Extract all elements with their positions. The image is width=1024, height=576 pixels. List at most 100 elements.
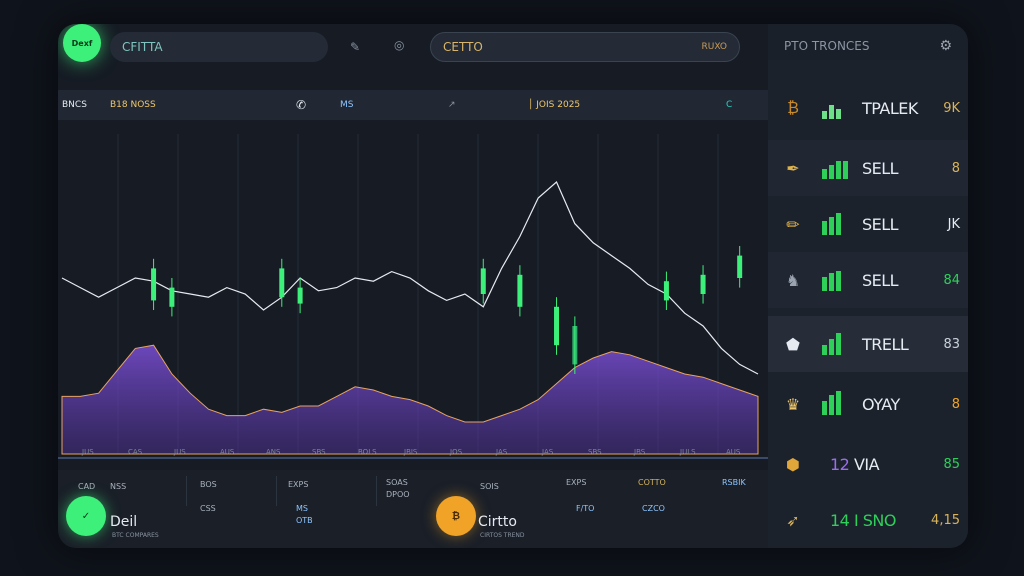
x-tick-label: JUS (82, 448, 94, 456)
row-prefix: 12 (830, 454, 850, 474)
bars-icon (822, 157, 856, 179)
panel-title: PTO TRONCES (784, 39, 870, 53)
col-header: SOAS (386, 478, 408, 487)
x-tick-label: AUS (726, 448, 741, 456)
coin-logo-orange[interactable]: ₿ (436, 496, 476, 536)
trade-panel: ₿ TPALEK 9K ✒ SELL 8 ✏ SELL JK ♞ SELL 84… (768, 60, 968, 548)
bars-icon (822, 213, 856, 235)
col-header: COTTO (638, 478, 666, 487)
col-sub: CSS (200, 504, 216, 513)
price-line (61, 181, 759, 375)
coin-subtitle: BTC COMPARES (112, 532, 159, 539)
row-value: 4,15 (931, 512, 960, 528)
x-tick-label: JULS (680, 448, 696, 456)
coin-search-value: CETTO (443, 40, 483, 54)
ticker-item[interactable]: C (726, 100, 732, 110)
col-sub: OTB (296, 516, 313, 525)
coin-search-tag: RUXO (701, 42, 727, 52)
coin-search-input[interactable]: CETTO RUXO (430, 32, 740, 62)
candles-group (151, 246, 743, 374)
col-header: RSBIK (722, 478, 746, 487)
volume-area (61, 344, 759, 455)
crown-icon: ♛ (785, 394, 801, 414)
row-label: TPALEK (862, 98, 918, 118)
row-label: TRELL (862, 334, 909, 354)
row-label: SELL (862, 270, 899, 290)
settings-icon[interactable]: ⚙ (939, 38, 952, 54)
x-tick-label: SBS (588, 448, 602, 456)
x-tick-label: ANS (266, 448, 281, 456)
col-header: BOS (200, 480, 217, 489)
ticker-strip: BNCS B18 NOSS ✆ MS ↗ │ JOIS 2025 C (58, 90, 768, 120)
coin-name[interactable]: Cirtto (478, 514, 517, 530)
figure-icon: ♞ (785, 270, 801, 290)
panel-row[interactable]: ⬢ 12 VIA 85 (768, 436, 968, 492)
panel-row[interactable]: ♞ SELL 84 (768, 252, 968, 308)
col-header: CAD (78, 482, 96, 491)
arrow-icon[interactable]: ↗ (448, 100, 456, 110)
divider (376, 476, 377, 506)
panel-row[interactable]: ⬟ TRELL 83 (768, 316, 968, 372)
panel-row[interactable]: ♛ OYAY 8 (768, 376, 968, 432)
divider (186, 476, 187, 506)
bars-icon (822, 269, 856, 291)
logo-text: Dexf (71, 38, 93, 48)
pen-icon[interactable]: ✎ (350, 40, 360, 54)
col-sub: MS (296, 504, 308, 513)
row-label: OYAY (862, 394, 900, 414)
panel-row[interactable]: ₿ TPALEK 9K (768, 80, 968, 136)
hexagon-icon: ⬢ (786, 454, 800, 474)
col-sub: DPOO (386, 490, 410, 499)
eye-icon[interactable]: ◎ (394, 38, 404, 52)
ticker-item[interactable]: MS (340, 100, 353, 110)
row-value: 83 (943, 336, 960, 352)
row-label: SELL (862, 158, 899, 178)
price-chart[interactable] (58, 134, 768, 459)
bars-icon (822, 391, 856, 415)
x-tick-label: JBIS (404, 448, 418, 456)
ticker-label: BNCS (62, 100, 87, 110)
x-tick-label: SBS (312, 448, 326, 456)
shield-icon: ⬟ (786, 334, 800, 354)
app-logo[interactable]: Dexf (63, 24, 101, 62)
row-value: 8 (951, 396, 960, 412)
ticker-item-text: JOIS 2025 (536, 100, 581, 110)
panel-row[interactable]: ➶ 14 I SNO 4,15 (768, 492, 968, 548)
x-tick-label: JOS (450, 448, 463, 456)
bars-icon (822, 333, 856, 355)
col-sub: NSS (110, 482, 127, 491)
bars-icon (822, 97, 856, 119)
search-input[interactable]: CFITTA (110, 32, 328, 62)
row-value: JK (947, 216, 960, 232)
bottom-table: CAD NSS BOS CSS EXPS MS OTB SOAS DPOO SO… (58, 470, 768, 548)
phone-icon[interactable]: ✆ (296, 98, 306, 112)
app-window: Dexf CFITTA ✎ ◎ CETTO RUXO PTO TRONCES ⚙… (58, 24, 968, 548)
rocket-icon: ➶ (786, 510, 800, 530)
pen-icon: ✒ (786, 158, 800, 178)
x-tick-label: CAS (128, 448, 143, 456)
x-tick-label: BOLS (358, 448, 377, 456)
row-label-text: VIA (853, 454, 880, 474)
panel-row[interactable]: ✒ SELL 8 (768, 140, 968, 196)
x-tick-label: JAS (496, 448, 508, 456)
row-value: 85 (943, 456, 960, 472)
ticker-item[interactable]: │ JOIS 2025 (528, 100, 580, 110)
x-axis: JUS CAS JUS AUS ANS SBS BOLS JBIS JOS JAS JAS SBS JB… (58, 446, 768, 460)
col-sub: F/TO (576, 504, 595, 513)
coin-logo-green[interactable]: ✓ (66, 496, 106, 536)
x-tick-label: JUS (174, 448, 186, 456)
ticker-item[interactable]: B18 NOSS (110, 100, 156, 110)
col-header: EXPS (566, 478, 587, 487)
row-value: 9K (943, 100, 960, 116)
x-tick-label: AUS (220, 448, 235, 456)
bitcoin-icon: ₿ (787, 98, 799, 117)
col-sub: CZCO (642, 504, 665, 513)
row-label: 14 I SNO (830, 510, 896, 530)
row-label: SELL (862, 214, 899, 234)
coin-subtitle: CIRTOS TREND (480, 532, 525, 539)
coin-name[interactable]: Deil (110, 514, 137, 530)
x-tick-label: JAS (542, 448, 554, 456)
col-header: SOIS (480, 482, 499, 491)
row-value: 84 (943, 272, 960, 288)
panel-row[interactable]: ✏ SELL JK (768, 196, 968, 252)
